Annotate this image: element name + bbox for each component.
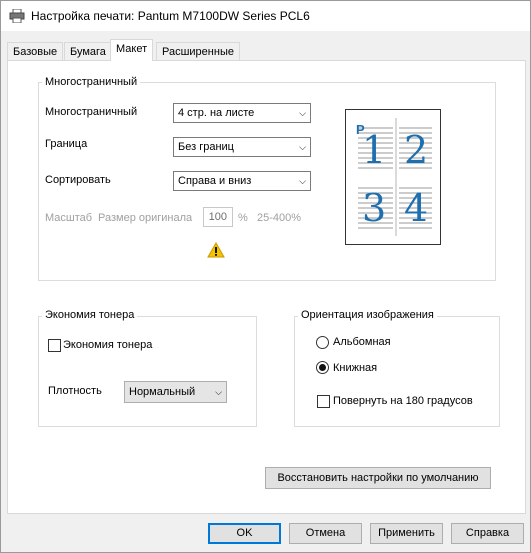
sort-label: Сортировать	[45, 174, 111, 186]
warning-icon	[207, 241, 225, 258]
pages-per-sheet-label: Многостраничный	[45, 106, 138, 118]
chevron-down-icon: ⌵	[299, 108, 306, 118]
portrait-radio[interactable]	[316, 361, 329, 374]
multipage-group-label: Многостраничный	[42, 76, 141, 88]
pages-per-sheet-select[interactable]: 4 стр. на листе ⌵	[173, 103, 311, 123]
scale-input[interactable]: 100	[203, 207, 233, 227]
tab-advanced[interactable]: Расширенные	[156, 42, 240, 61]
scale-range-label: 25-400%	[257, 212, 302, 224]
chevron-down-icon: ⌵	[215, 387, 222, 397]
window-title: Настройка печати: Pantum M7100DW Series …	[31, 9, 310, 23]
pages-per-sheet-value: 4 стр. на листе	[178, 107, 255, 119]
border-select[interactable]: Без границ ⌵	[173, 137, 311, 157]
ok-button[interactable]: OK	[208, 523, 281, 544]
scale-label: Масштаб	[45, 212, 93, 224]
tab-paper[interactable]: Бумага	[64, 42, 112, 61]
help-button[interactable]: Справка	[451, 523, 524, 544]
printer-icon	[9, 8, 25, 24]
restore-defaults-button[interactable]: Восстановить настройки по умолчанию	[265, 467, 491, 489]
chevron-down-icon: ⌵	[299, 176, 306, 186]
density-value: Нормальный	[129, 386, 196, 398]
tab-layout[interactable]: Макет	[110, 39, 154, 61]
rotate-180-checkbox[interactable]	[317, 395, 330, 408]
toner-saving-label: Экономия тонера	[63, 339, 153, 351]
scale-percent-unit: %	[238, 212, 248, 224]
preview-page-1: 1	[362, 128, 387, 172]
border-label: Граница	[45, 138, 88, 150]
cancel-button[interactable]: Отмена	[289, 523, 362, 544]
tab-layout-label: Макет	[116, 43, 148, 55]
landscape-radio[interactable]	[316, 336, 329, 349]
tab-paper-label: Бумага	[70, 46, 106, 58]
cancel-label: Отмена	[305, 527, 346, 539]
chevron-down-icon: ⌵	[299, 142, 306, 152]
tab-basic-label: Базовые	[13, 46, 58, 58]
sort-value: Справа и вниз	[178, 175, 252, 187]
apply-label: Применить	[378, 527, 435, 539]
title-bar: Настройка печати: Pantum M7100DW Series …	[1, 1, 530, 31]
help-label: Справка	[465, 527, 510, 539]
layout-preview: P 1 2 3 4	[345, 109, 441, 245]
density-select[interactable]: Нормальный ⌵	[124, 381, 227, 403]
rotate-180-label: Повернуть на 180 градусов	[333, 395, 473, 407]
landscape-label: Альбомная	[333, 336, 391, 348]
preview-page-2: 2	[404, 128, 429, 172]
scale-original-size-label: Размер оригинала	[98, 212, 193, 224]
scale-value: 100	[208, 211, 227, 223]
ok-label: OK	[236, 527, 253, 539]
border-value: Без границ	[178, 141, 234, 153]
density-label: Плотность	[48, 385, 102, 397]
restore-defaults-label: Восстановить настройки по умолчанию	[277, 472, 479, 484]
preview-page-4: 4	[404, 186, 429, 230]
portrait-label: Книжная	[333, 362, 378, 374]
toner-group	[38, 316, 257, 427]
toner-saving-checkbox[interactable]	[48, 339, 61, 352]
orientation-group-label: Ориентация изображения	[298, 309, 437, 321]
print-settings-window: Настройка печати: Pantum M7100DW Series …	[0, 0, 531, 553]
toner-group-label: Экономия тонера	[42, 309, 138, 321]
preview-page-3: 3	[362, 186, 387, 230]
tab-advanced-label: Расширенные	[162, 46, 234, 58]
apply-button[interactable]: Применить	[370, 523, 443, 544]
sort-select[interactable]: Справа и вниз ⌵	[173, 171, 311, 191]
tab-basic[interactable]: Базовые	[7, 42, 64, 61]
